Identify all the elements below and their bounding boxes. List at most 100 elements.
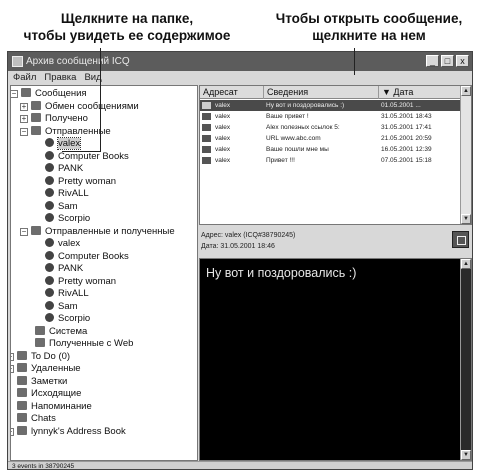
tree-item[interactable]: RivALL xyxy=(45,188,89,200)
tree-item[interactable]: Scorpio xyxy=(45,213,90,225)
user-icon xyxy=(45,300,54,310)
callout-leader-line-left xyxy=(100,48,101,151)
minimize-button[interactable]: _ xyxy=(426,55,439,67)
callout-folder-line2: чтобы увидеть ее содержимое xyxy=(23,28,231,43)
message-scroll-up-icon[interactable]: ▲ xyxy=(461,259,471,269)
tree-item[interactable]: Полученные с Web xyxy=(35,338,133,350)
collapse-icon[interactable]: − xyxy=(20,227,28,236)
tree-item[interactable]: RivALL xyxy=(45,288,89,300)
tree-item-label: RivALL xyxy=(58,188,89,199)
message-scroll-down-icon[interactable]: ▼ xyxy=(461,450,471,460)
tree-item[interactable]: − Отправленные и полученные xyxy=(20,225,175,238)
table-row[interactable]: valex Ваше привет ! 31.05.2001 18:43 xyxy=(200,111,462,122)
todo-icon xyxy=(17,350,27,360)
cell-info: Привет !!! xyxy=(266,157,295,164)
column-header-info[interactable]: Сведения xyxy=(264,86,379,99)
tree-item[interactable]: Напоминание xyxy=(17,400,92,413)
tree-item[interactable]: + To Do (0) xyxy=(11,350,70,363)
tree-item[interactable]: Computer Books xyxy=(45,250,129,263)
tree-item-label: PANK xyxy=(58,263,84,274)
user-icon xyxy=(45,213,54,222)
tree-item[interactable]: − Сообщения xyxy=(11,88,87,100)
tree-item[interactable]: Sam xyxy=(45,300,78,313)
tree-item-label: lynnyk's Address Book xyxy=(31,425,126,437)
close-button[interactable]: x xyxy=(456,55,469,67)
expand-icon[interactable]: + xyxy=(11,352,14,361)
addressbook-icon xyxy=(17,425,27,435)
tree-item[interactable]: valex xyxy=(45,137,82,150)
column-header-date[interactable]: ▼ Дата xyxy=(379,86,462,99)
tree-item[interactable]: PANK xyxy=(45,263,83,275)
expand-icon[interactable]: + xyxy=(20,115,28,123)
right-pane: Адресат Сведения ▼ Дата valex Ну вот и по… xyxy=(199,85,472,461)
tree-item[interactable]: Pretty woman xyxy=(45,275,117,288)
expand-icon[interactable]: + xyxy=(11,427,14,436)
tree-item-label: PANK xyxy=(58,163,84,174)
open-message-icon[interactable] xyxy=(452,231,469,248)
table-row[interactable]: valex Alex полезных ссылок 5: 31.05.2001 1… xyxy=(200,122,462,133)
table-row[interactable]: valex Привет !!! 07.05.2001 15:18 xyxy=(200,155,462,166)
list-scrollbar[interactable]: ▲ ▼ xyxy=(460,86,471,224)
folder-tree: − Сообщения + Обмен сообщениями + Получено − От… xyxy=(10,85,198,461)
collapse-icon[interactable]: − xyxy=(20,127,28,136)
expand-icon[interactable]: + xyxy=(20,102,28,111)
scroll-up-arrow-icon[interactable]: ▲ xyxy=(461,86,471,96)
tree-item[interactable]: PANK xyxy=(45,163,83,175)
window-controls: _ □ x xyxy=(426,55,469,67)
message-list: Адресат Сведения ▼ Дата valex Ну вот и по… xyxy=(199,85,472,225)
callout-folder-line1: Щелкните на папке, xyxy=(60,11,194,26)
tree-item[interactable]: + Удаленные xyxy=(11,363,81,375)
cell-to: valex xyxy=(215,157,231,164)
menu-file[interactable]: Файл xyxy=(13,71,36,85)
tree-item-label: Обмен сообщениями xyxy=(45,100,139,112)
tree-item[interactable]: Computer Books xyxy=(45,150,129,163)
tree-item[interactable]: Система xyxy=(35,325,87,338)
tree-item[interactable]: Pretty woman xyxy=(45,175,117,188)
maximize-button[interactable]: □ xyxy=(441,55,454,67)
tree-item[interactable]: Scorpio xyxy=(45,313,90,325)
reminder-icon xyxy=(17,400,27,410)
message-icon xyxy=(202,102,211,109)
tree-item-label: Напоминание xyxy=(31,400,92,412)
table-row[interactable]: valex Ну вот и поздоровались :) 01.05.2001… xyxy=(200,100,462,111)
cell-info: URL www.abc.com xyxy=(266,135,321,142)
cell-date: 31.05.2001 18:43 xyxy=(381,113,432,120)
user-icon xyxy=(45,275,54,285)
tree-item[interactable]: + Обмен сообщениями xyxy=(20,100,139,113)
table-row[interactable]: valex Ваше пошли мне мы 16.05.2001 12:39 xyxy=(200,144,462,155)
chats-icon xyxy=(17,413,27,422)
notes-icon xyxy=(17,375,27,385)
callout-message-line1: Чтобы открыть сообщение, xyxy=(275,11,463,26)
trash-icon xyxy=(17,363,27,372)
tree-item-label: Computer Books xyxy=(58,150,129,162)
tree-item-label: Scorpio xyxy=(58,213,91,224)
tree-item-label: Отправленные и полученные xyxy=(45,225,175,237)
tree-item[interactable]: + Получено xyxy=(20,113,88,125)
tree-item[interactable]: valex xyxy=(45,238,80,250)
message-scrollbar[interactable]: ▲ ▼ xyxy=(460,259,471,460)
web-icon xyxy=(35,338,45,347)
tree-item[interactable]: Исходящие xyxy=(17,388,81,400)
table-row[interactable]: valex URL www.abc.com 21.05.2001 20:59 xyxy=(200,133,462,144)
callout-leader-line-left-horizontal xyxy=(62,151,101,152)
collapse-icon[interactable]: − xyxy=(11,90,18,98)
folder-icon xyxy=(31,125,41,135)
tree-item-label: Pretty woman xyxy=(58,275,117,287)
tree-item-label: Computer Books xyxy=(58,250,129,262)
message-view[interactable]: Ну вот и поздоровались :) ▲ ▼ xyxy=(199,258,472,461)
tree-item[interactable]: Заметки xyxy=(17,375,67,388)
tree-item[interactable]: − Отправленные xyxy=(20,125,111,138)
tree-item-label: Pretty woman xyxy=(58,175,117,187)
scroll-down-arrow-icon[interactable]: ▼ xyxy=(461,214,471,224)
tree-item[interactable]: Chats xyxy=(17,413,56,425)
tree-item[interactable]: + lynnyk's Address Book xyxy=(11,425,126,438)
tree-item[interactable]: Sam xyxy=(45,200,78,213)
callout-message: Чтобы открыть сообщение, щелкните на нем xyxy=(258,10,480,44)
expand-icon[interactable]: + xyxy=(11,365,14,373)
title-bar[interactable]: Архив сообщений ICQ _ □ x xyxy=(8,52,472,71)
tree-item-label: Сообщения xyxy=(35,88,87,99)
user-icon xyxy=(45,313,54,322)
menu-edit[interactable]: Правка xyxy=(44,71,76,85)
column-header-recipient[interactable]: Адресат xyxy=(200,86,264,99)
cell-date: 21.05.2001 20:59 xyxy=(381,135,432,142)
